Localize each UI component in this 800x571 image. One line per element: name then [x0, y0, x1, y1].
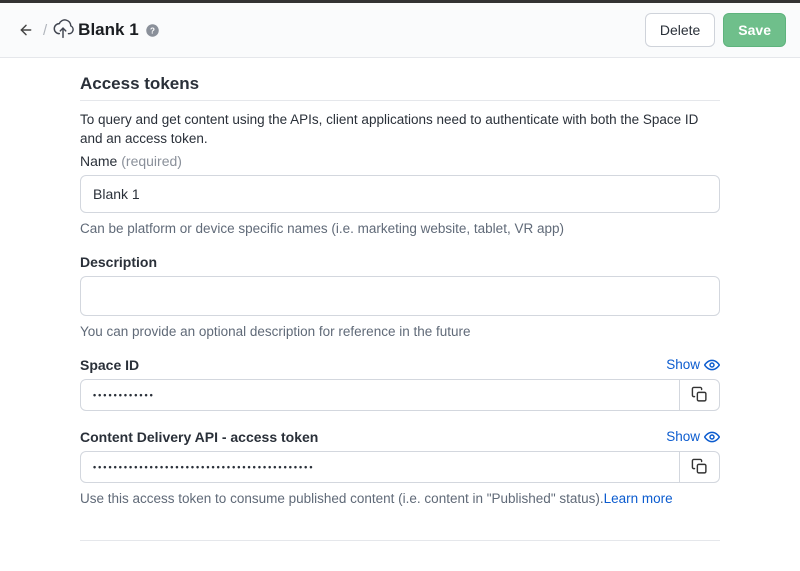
breadcrumb-separator: / [43, 22, 47, 39]
space-id-label: Space ID [80, 357, 139, 373]
description-input[interactable] [80, 276, 720, 316]
learn-more-link[interactable]: Learn more [604, 491, 673, 506]
space-icon [52, 19, 74, 41]
svg-text:?: ? [150, 26, 155, 35]
cda-token-label: Content Delivery API - access token [80, 429, 318, 445]
copy-icon [691, 458, 708, 475]
show-label: Show [666, 357, 700, 372]
cda-token-input[interactable] [80, 451, 680, 483]
cda-token-field: Content Delivery API - access token Show… [80, 429, 720, 506]
cda-token-show-toggle[interactable]: Show [666, 429, 720, 445]
topbar-border: / Blank 1 ? Delete Save [0, 0, 800, 58]
name-hint: Can be platform or device specific names… [80, 221, 720, 236]
name-required-text: (required) [121, 153, 182, 169]
section-heading: Access tokens [80, 74, 199, 100]
delete-button[interactable]: Delete [645, 13, 715, 47]
description-hint: You can provide an optional description … [80, 324, 720, 339]
save-button[interactable]: Save [723, 13, 786, 47]
cda-token-copy-button[interactable] [680, 451, 720, 483]
eye-icon [704, 429, 720, 445]
eye-icon [704, 357, 720, 373]
space-id-show-toggle[interactable]: Show [666, 357, 720, 373]
topbar: / Blank 1 ? Delete Save [0, 3, 800, 58]
space-id-input[interactable] [80, 379, 680, 411]
help-icon[interactable]: ? [145, 23, 160, 38]
cda-token-hint: Use this access token to consume publish… [80, 491, 720, 506]
back-button[interactable] [14, 18, 38, 42]
arrow-left-icon [18, 22, 34, 38]
description-label: Description [80, 254, 720, 270]
copy-icon [691, 386, 708, 403]
cda-token-hint-text: Use this access token to consume publish… [80, 491, 604, 506]
name-field: Name (required) Can be platform or devic… [80, 153, 720, 236]
description-field: Description You can provide an optional … [80, 254, 720, 339]
name-label-text: Name [80, 153, 117, 169]
space-id-copy-button[interactable] [680, 379, 720, 411]
section-heading-row: Access tokens [80, 74, 720, 101]
intro-text: To query and get content using the APIs,… [80, 111, 720, 149]
page-title: Blank 1 [78, 20, 138, 40]
name-input[interactable] [80, 175, 720, 213]
name-label: Name (required) [80, 153, 720, 169]
section-divider [80, 540, 720, 541]
content-area: Access tokens To query and get content u… [40, 58, 760, 571]
space-id-field: Space ID Show [80, 357, 720, 411]
show-label: Show [666, 429, 700, 444]
